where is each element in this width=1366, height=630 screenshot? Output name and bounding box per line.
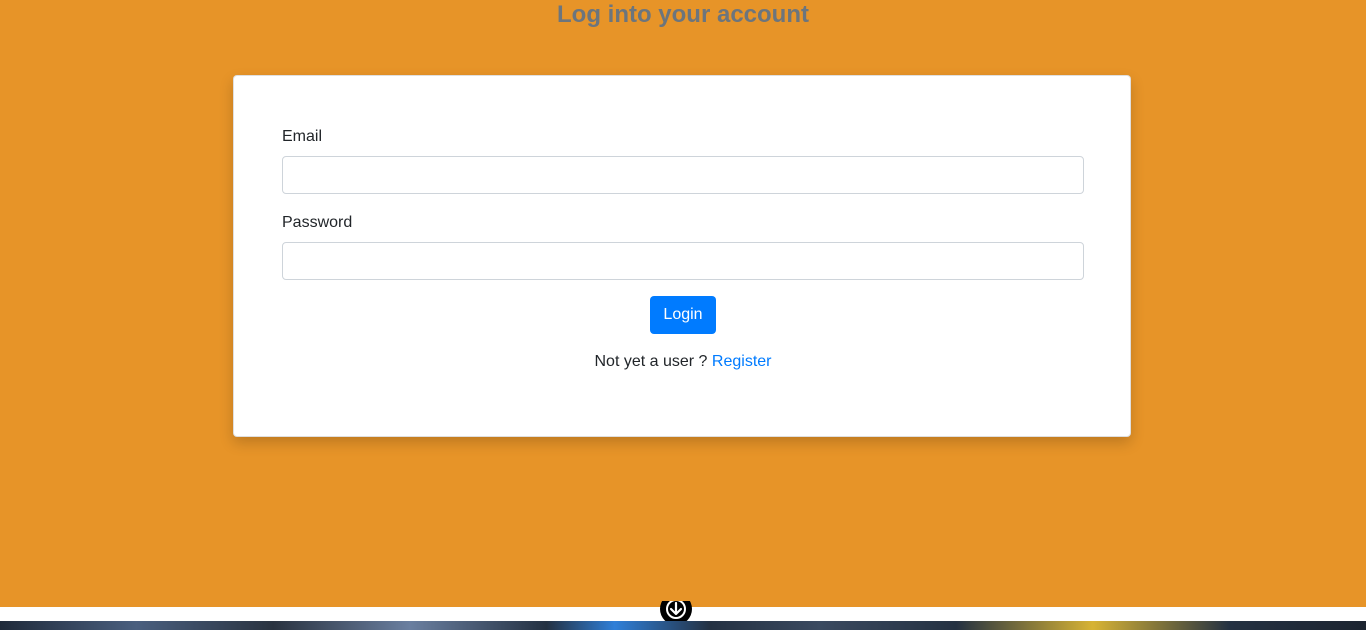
email-label: Email: [282, 128, 323, 145]
register-link[interactable]: Register: [712, 353, 772, 370]
login-button[interactable]: Login: [650, 296, 716, 334]
page-title: Log into your account: [557, 1, 809, 28]
login-card: Email Password Login Not yet a user ? Re…: [233, 75, 1131, 437]
download-arrow-icon[interactable]: [660, 601, 692, 621]
register-line: Not yet a user ? Register: [234, 352, 1132, 372]
login-page: Log into your account Email Password Log…: [0, 0, 1366, 607]
taskbar-strip: [0, 621, 1366, 630]
password-field[interactable]: [282, 242, 1084, 280]
register-prompt: Not yet a user ?: [594, 353, 708, 370]
email-field[interactable]: [282, 156, 1084, 194]
password-label: Password: [282, 214, 353, 231]
